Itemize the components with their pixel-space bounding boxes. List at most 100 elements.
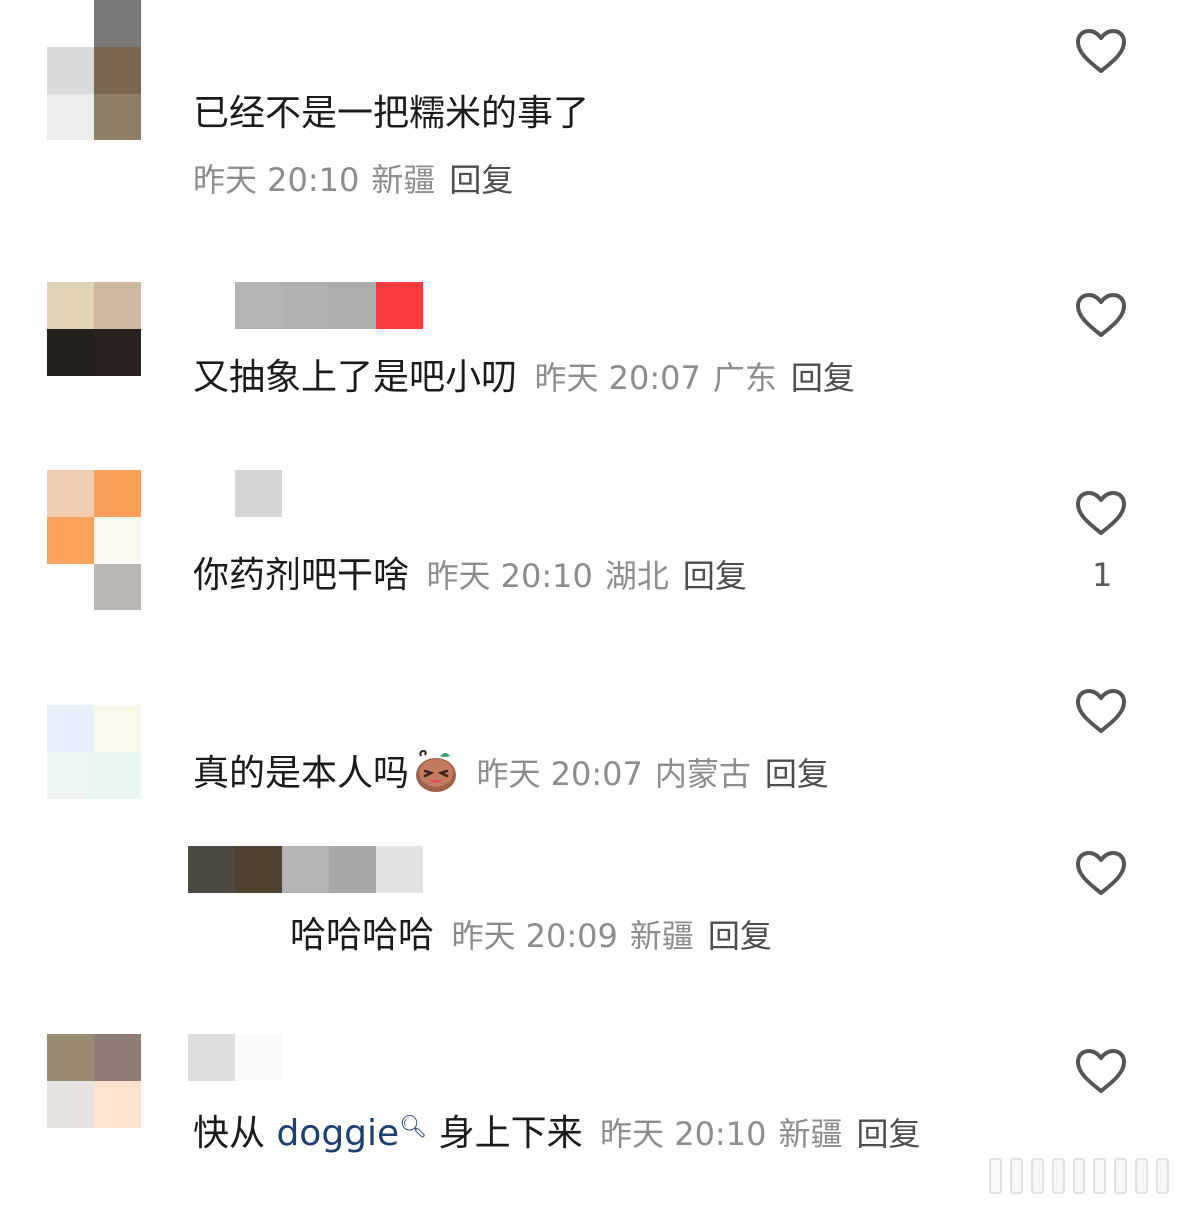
avatar-pixel: [94, 564, 141, 610]
comment-text: 已经不是一把糯米的事了: [193, 92, 589, 136]
username-redacted[interactable]: [235, 470, 282, 517]
avatar-pixel: [47, 282, 94, 329]
comment-body-end: 身上下来: [427, 1113, 583, 1154]
name-block: [376, 282, 423, 329]
comment-location: 新疆: [629, 917, 694, 955]
like-button[interactable]: [1075, 292, 1127, 338]
name-block: [376, 846, 423, 893]
avatar-pixel: [94, 47, 141, 94]
avatar-pixel: [47, 752, 94, 799]
comment-time: 昨天 20:10: [193, 161, 360, 199]
avatar[interactable]: [47, 705, 141, 799]
name-block: [329, 846, 376, 893]
reply-line: 哈哈哈哈 昨天 20:09 新疆 回复: [290, 914, 772, 958]
name-block: [282, 282, 329, 329]
comment-body: 哈哈哈哈: [290, 915, 435, 956]
avatar-pixel: [47, 0, 94, 47]
avatar-pixel: [94, 0, 141, 47]
avatar-pixel: [47, 517, 94, 564]
name-block: [235, 1034, 282, 1081]
search-icon: 🔍︎: [399, 1115, 428, 1140]
comment-meta: 昨天 20:10 新疆 回复: [600, 1115, 920, 1153]
comment-time: 昨天 20:09: [451, 917, 618, 955]
username-redacted[interactable]: [235, 282, 423, 329]
avatar-pixel: [47, 94, 94, 140]
comment-body: 又抽象上了是吧小叨: [193, 357, 518, 398]
comment-meta: 昨天 20:10 湖北 回复: [426, 557, 746, 595]
comment-line: 又抽象上了是吧小叨 昨天 20:07 广东 回复: [193, 356, 855, 400]
comment-meta: 昨天 20:07 内蒙古 回复: [476, 755, 828, 793]
comment-time: 昨天 20:07: [534, 359, 701, 397]
heart-outline-icon: [1076, 29, 1126, 73]
comment-line: 快从 doggie🔍︎ 身上下来 昨天 20:10 新疆 回复: [193, 1112, 920, 1156]
heart-outline-icon: [1076, 293, 1126, 337]
avatar[interactable]: [47, 282, 141, 376]
comment-location: 湖北: [604, 557, 669, 595]
comment-body: 你药剂吧干啥: [193, 555, 410, 596]
avatar-pixel: [94, 752, 141, 799]
comment-meta: 昨天 20:10 新疆 回复: [193, 158, 513, 202]
comment-body-start: 快从: [193, 1113, 277, 1154]
reply-button[interactable]: 回复: [791, 359, 855, 397]
like-button[interactable]: [1075, 688, 1127, 734]
watermark-marks: [989, 1158, 1170, 1194]
reply-button[interactable]: 回复: [449, 161, 513, 199]
avatar-pixel: [94, 94, 141, 140]
comment-location: 内蒙古: [654, 755, 751, 793]
avatar-pixel: [94, 705, 141, 752]
heart-outline-icon: [1076, 689, 1126, 733]
comment-location: 新疆: [371, 161, 436, 199]
face-emoji-icon: [416, 749, 457, 792]
avatar-pixel: [94, 329, 141, 376]
like-count: 1: [1092, 556, 1113, 594]
avatar-pixel: [47, 470, 94, 517]
comment-time: 昨天 20:07: [476, 755, 643, 793]
name-block: [282, 846, 329, 893]
heart-outline-icon: [1076, 1049, 1126, 1093]
comment-line: 真的是本人吗 昨天 20:07 内蒙古 回复: [193, 749, 829, 798]
comment-meta: 昨天 20:09 新疆 回复: [451, 917, 771, 955]
comment-time: 昨天 20:10: [426, 557, 593, 595]
avatar-pixel: [47, 329, 94, 376]
reply-button[interactable]: 回复: [765, 755, 829, 793]
name-block: [188, 846, 235, 893]
avatar-pixel: [47, 47, 94, 94]
avatar[interactable]: [47, 0, 141, 140]
avatar-pixel: [94, 282, 141, 329]
mention-text: doggie: [276, 1113, 400, 1154]
like-button[interactable]: [1075, 850, 1127, 896]
mention-link[interactable]: doggie🔍︎: [276, 1113, 427, 1154]
comment-location: 广东: [712, 359, 777, 397]
username-redacted[interactable]: [188, 1034, 282, 1081]
like-button[interactable]: [1075, 28, 1127, 74]
name-block: [235, 846, 282, 893]
avatar-pixel: [94, 470, 141, 517]
avatar-pixel: [47, 705, 94, 752]
reply-button[interactable]: 回复: [683, 557, 747, 595]
like-button[interactable]: [1075, 490, 1127, 536]
reply-username-redacted[interactable]: [188, 846, 423, 893]
reply-button[interactable]: 回复: [708, 917, 772, 955]
avatar-pixel: [94, 517, 141, 564]
name-block: [235, 282, 282, 329]
avatar-pixel: [47, 564, 94, 610]
comment-line: 你药剂吧干啥 昨天 20:10 湖北 回复: [193, 554, 747, 598]
comment-meta: 昨天 20:07 广东 回复: [534, 359, 854, 397]
avatar-pixel: [47, 1034, 94, 1081]
heart-outline-icon: [1076, 491, 1126, 535]
comment-time: 昨天 20:10: [600, 1115, 767, 1153]
comment-location: 新疆: [778, 1115, 843, 1153]
reply-button[interactable]: 回复: [856, 1115, 920, 1153]
name-block: [188, 1034, 235, 1081]
heart-outline-icon: [1076, 851, 1126, 895]
avatar[interactable]: [47, 470, 141, 610]
comment-body: 已经不是一把糯米的事了: [193, 93, 590, 134]
avatar[interactable]: [47, 1034, 141, 1128]
avatar-pixel: [94, 1081, 141, 1128]
name-block: [235, 470, 282, 517]
avatar-pixel: [47, 1081, 94, 1128]
avatar-pixel: [94, 1034, 141, 1081]
like-button[interactable]: [1075, 1048, 1127, 1094]
name-block: [329, 282, 376, 329]
comment-body: 真的是本人吗: [193, 753, 410, 794]
